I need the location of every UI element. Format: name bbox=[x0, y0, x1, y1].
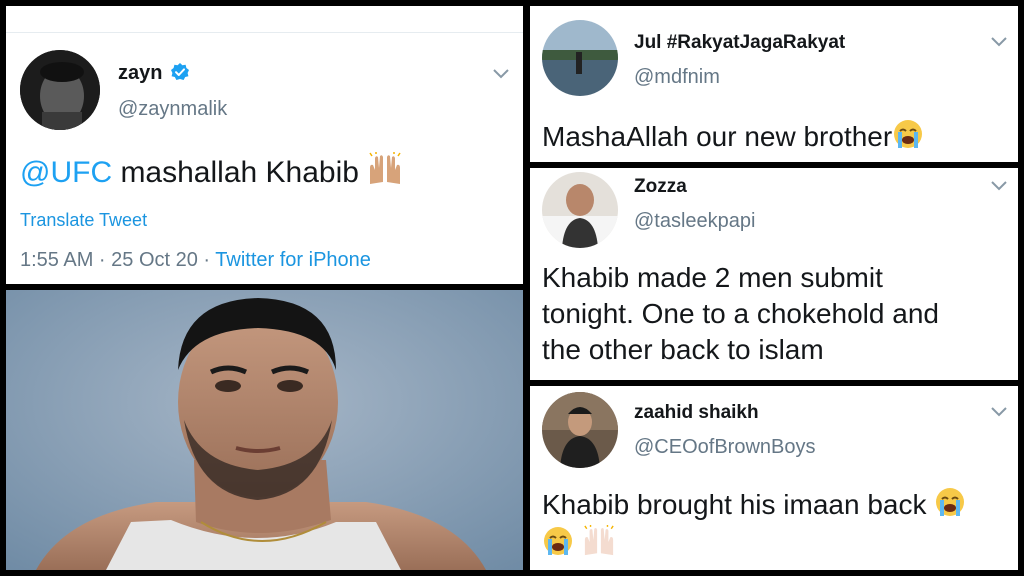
emoji-row bbox=[542, 524, 1012, 562]
translate-tweet-link[interactable]: Translate Tweet bbox=[20, 210, 147, 231]
tweet-source-link[interactable]: Twitter for iPhone bbox=[215, 249, 371, 271]
chevron-down-icon[interactable] bbox=[990, 406, 1008, 418]
avatar-photo bbox=[542, 172, 618, 248]
tweet-text: MashaAllah our new brother bbox=[542, 118, 924, 155]
tweet-text: @UFC mashallah Khabib bbox=[20, 152, 403, 192]
tweet-timestamp[interactable]: 1:55 AM · 25 Oct 20 · bbox=[20, 249, 215, 271]
portrait-photo bbox=[6, 290, 523, 570]
photo-panel bbox=[6, 290, 523, 570]
divider bbox=[6, 32, 523, 33]
mention-link[interactable]: @UFC bbox=[20, 156, 112, 189]
avatar-photo bbox=[20, 50, 100, 130]
avatar[interactable] bbox=[20, 50, 100, 130]
tweet-text: Khabib made 2 men submit tonight. One to… bbox=[542, 262, 939, 365]
chevron-down-icon[interactable] bbox=[492, 68, 510, 80]
tweet-meta: 1:55 AM · 25 Oct 20 · Twitter for iPhone bbox=[20, 249, 371, 272]
user-name[interactable]: zayn bbox=[118, 62, 190, 85]
user-handle[interactable]: @zaynmalik bbox=[118, 98, 227, 121]
user-name[interactable]: Jul #RakyatJagaRakyat bbox=[634, 32, 845, 54]
loudly-crying-face-icon bbox=[544, 526, 572, 555]
chevron-down-icon[interactable] bbox=[990, 36, 1008, 48]
user-handle[interactable]: @CEOofBrownBoys bbox=[634, 436, 815, 459]
user-handle[interactable]: @mdfnim bbox=[634, 66, 720, 89]
avatar[interactable] bbox=[542, 392, 618, 468]
user-handle[interactable]: @tasleekpapi bbox=[634, 210, 755, 233]
verified-badge-icon bbox=[171, 63, 190, 80]
tweet-text: Khabib brought his imaan back bbox=[542, 486, 1012, 562]
user-name[interactable]: Zozza bbox=[634, 176, 687, 198]
avatar[interactable] bbox=[542, 20, 618, 96]
reply-tweet-card: Jul #RakyatJagaRakyat @mdfnim MashaAllah… bbox=[530, 6, 1018, 162]
user-name[interactable]: zaahid shaikh bbox=[634, 402, 759, 424]
raising-hands-icon bbox=[584, 524, 614, 555]
avatar-photo bbox=[542, 20, 618, 96]
avatar-photo bbox=[542, 392, 618, 468]
raising-hands-icon bbox=[369, 152, 401, 184]
main-tweet-card: zayn @zaynmalik @UFC mashallah Khabib Tr… bbox=[6, 6, 523, 284]
reply-tweet-card: zaahid shaikh @CEOofBrownBoys Khabib bro… bbox=[530, 386, 1018, 570]
loudly-crying-face-icon bbox=[936, 488, 965, 516]
avatar[interactable] bbox=[542, 172, 618, 248]
reply-tweet-card: Zozza @tasleekpapi Khabib made 2 men sub… bbox=[530, 168, 1018, 380]
loudly-crying-face-icon bbox=[894, 120, 923, 148]
chevron-down-icon[interactable] bbox=[990, 180, 1008, 192]
